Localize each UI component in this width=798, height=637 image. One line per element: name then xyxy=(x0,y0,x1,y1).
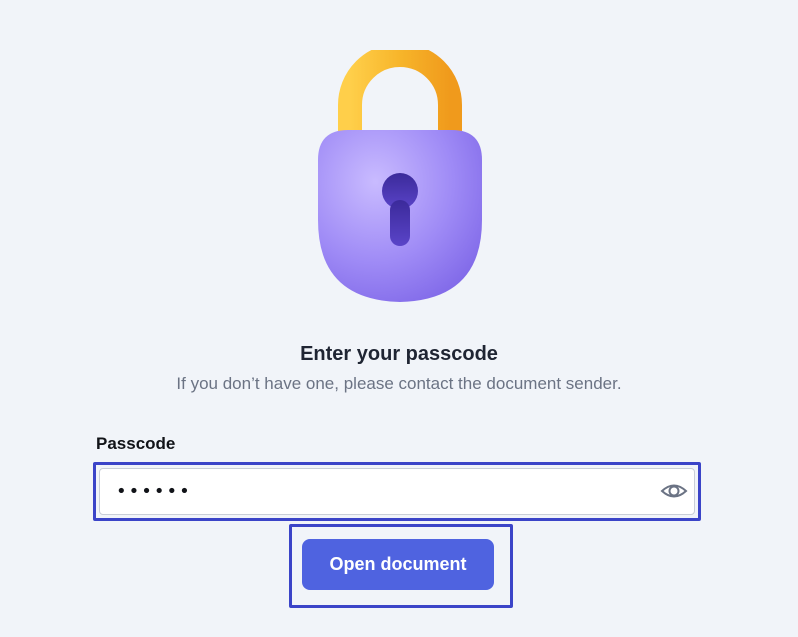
lock-icon xyxy=(310,50,490,310)
eye-icon[interactable] xyxy=(660,479,688,503)
page-title: Enter your passcode xyxy=(300,343,498,365)
passcode-label: Passcode xyxy=(96,434,176,453)
passcode-input[interactable] xyxy=(99,468,695,515)
page-subtitle: If you don’t have one, please contact th… xyxy=(176,374,622,393)
passcode-field-highlight xyxy=(93,462,701,521)
open-button-highlight: Open document xyxy=(289,524,513,608)
open-document-button[interactable]: Open document xyxy=(302,539,494,590)
